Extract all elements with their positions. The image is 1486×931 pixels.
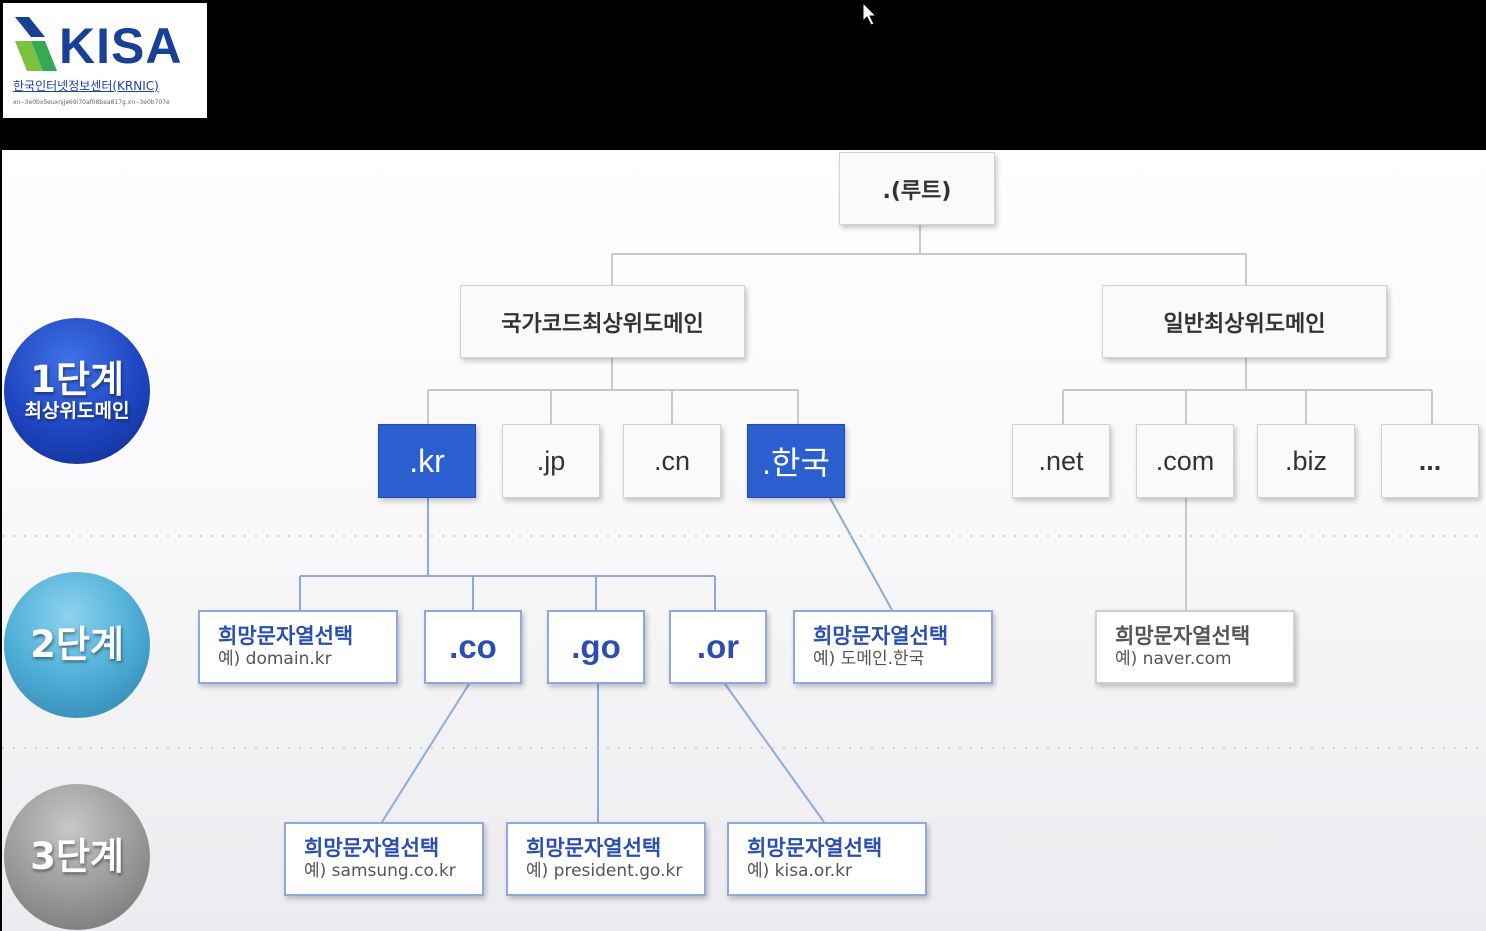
mouse-cursor-icon — [862, 2, 878, 26]
example-domain-kr: 예) domain.kr — [218, 649, 332, 670]
krnic-subtitle: 한국인터넷정보센터(KRNIC) — [13, 79, 159, 93]
tld-com-node: .com — [1136, 424, 1234, 498]
choose-string-domain-kr: 희망문자열선택 예) domain.kr — [198, 610, 398, 684]
choose-string-label: 희망문자열선택 — [1115, 624, 1251, 649]
example-samsung: 예) samsung.co.kr — [304, 861, 456, 882]
domain-hierarchy-slide: .(루트) 국가코드최상위도메인 일반최상위도메인 .kr .jp .cn .한… — [2, 150, 1486, 931]
kisa-logo-mark-icon — [15, 17, 57, 71]
kisa-logo: KISA 한국인터넷정보센터(KRNIC) xn--3e0bx5euxnjje6… — [3, 3, 207, 118]
root-node: .(루트) — [839, 152, 995, 225]
level-2-badge: 2단계 — [4, 572, 150, 718]
level-1-sublabel: 최상위도메인 — [24, 399, 130, 422]
tld-more-node: ... — [1381, 424, 1479, 498]
tld-kr-node: .kr — [378, 424, 476, 498]
tree-connector-lines — [2, 225, 1486, 823]
choose-string-label: 희망문자열선택 — [218, 624, 354, 649]
level-3-label: 3단계 — [30, 834, 124, 878]
level-1-badge: 1단계 최상위도메인 — [4, 318, 150, 464]
example-kisa: 예) kisa.or.kr — [747, 861, 852, 882]
choose-string-label: 희망문자열선택 — [813, 624, 949, 649]
sld-or-node: .or — [669, 610, 767, 684]
kisa-wordmark: KISA — [59, 18, 183, 74]
example-president: 예) president.go.kr — [526, 861, 683, 882]
tld-cn-node: .cn — [623, 424, 721, 498]
choose-string-naver: 희망문자열선택 예) naver.com — [1095, 610, 1295, 684]
level-3-badge: 3단계 — [4, 784, 150, 930]
sld-go-node: .go — [547, 610, 645, 684]
choose-string-label: 희망문자열선택 — [526, 836, 662, 861]
choose-string-hangul: 희망문자열선택 예) 도메인.한국 — [793, 610, 993, 684]
cctld-group-node: 국가코드최상위도메인 — [460, 285, 745, 358]
tld-biz-node: .biz — [1257, 424, 1355, 498]
level-2-label: 2단계 — [30, 622, 124, 666]
tld-jp-node: .jp — [502, 424, 600, 498]
example-naver: 예) naver.com — [1115, 649, 1232, 670]
gtld-group-node: 일반최상위도메인 — [1102, 285, 1387, 358]
sld-co-node: .co — [424, 610, 522, 684]
level-1-label: 1단계 — [30, 358, 124, 402]
tld-hangul-node: .한국 — [747, 424, 845, 498]
logo-url: xn--3e0bx5euxnjje69i70af08bea817g.xn--3e… — [13, 99, 170, 106]
video-top-bar: KISA 한국인터넷정보센터(KRNIC) xn--3e0bx5euxnjje6… — [0, 0, 1486, 150]
tld-net-node: .net — [1012, 424, 1110, 498]
choose-string-president: 희망문자열선택 예) president.go.kr — [506, 822, 706, 896]
example-hangul-domain: 예) 도메인.한국 — [813, 649, 925, 670]
choose-string-samsung: 희망문자열선택 예) samsung.co.kr — [284, 822, 484, 896]
choose-string-label: 희망문자열선택 — [304, 836, 440, 861]
choose-string-kisa: 희망문자열선택 예) kisa.or.kr — [727, 822, 927, 896]
choose-string-label: 희망문자열선택 — [747, 836, 883, 861]
